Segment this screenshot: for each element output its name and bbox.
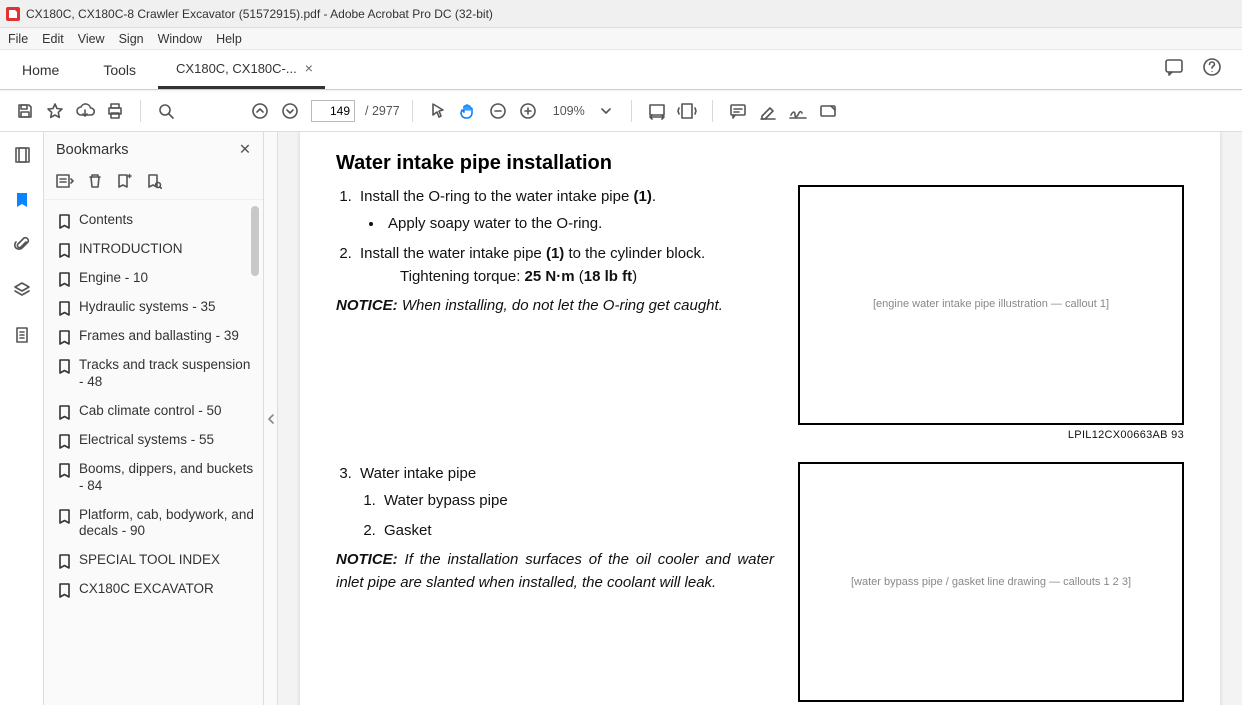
zoom-value: 109%	[553, 104, 585, 118]
menu-view[interactable]: View	[78, 32, 105, 46]
highlight-icon[interactable]	[755, 98, 781, 124]
page-up-icon[interactable]	[247, 98, 273, 124]
print-icon[interactable]	[102, 98, 128, 124]
bookmark-item[interactable]: SPECIAL TOOL INDEX	[54, 546, 259, 575]
tab-document[interactable]: CX180C, CX180C-... ×	[158, 50, 325, 89]
zoom-out-icon[interactable]	[485, 98, 511, 124]
page-down-icon[interactable]	[277, 98, 303, 124]
workspace: Bookmarks ✕ Contents INTRODUCTION Engine…	[0, 132, 1242, 705]
notice-2: NOTICE: If the installation surfaces of …	[336, 548, 774, 595]
pdf-icon	[6, 7, 20, 21]
bookmark-scrollbar[interactable]	[251, 206, 261, 701]
bookmark-item[interactable]: Tracks and track suspension - 48	[54, 351, 259, 397]
step-1: Install the O-ring to the water intake p…	[356, 185, 774, 236]
thumbnails-icon[interactable]	[13, 146, 31, 169]
zoom-dropdown-icon[interactable]	[593, 98, 619, 124]
step-2: Install the water intake pipe (1) to the…	[356, 242, 774, 289]
save-icon[interactable]	[12, 98, 38, 124]
search-icon[interactable]	[153, 98, 179, 124]
bookmark-item[interactable]: Booms, dippers, and buckets - 84	[54, 455, 259, 501]
step-3: Water intake pipe Water bypass pipe Gask…	[356, 462, 774, 542]
notice-1: NOTICE: When installing, do not let the …	[336, 294, 774, 317]
bookmarks-pane: Bookmarks ✕ Contents INTRODUCTION Engine…	[44, 132, 264, 705]
bookmark-item[interactable]: Frames and ballasting - 39	[54, 322, 259, 351]
star-icon[interactable]	[42, 98, 68, 124]
help-icon[interactable]	[1202, 57, 1222, 82]
bookmark-item[interactable]: Electrical systems - 55	[54, 426, 259, 455]
page-icon[interactable]	[14, 326, 30, 349]
bookmarks-icon[interactable]	[14, 191, 30, 214]
menu-file[interactable]: File	[8, 32, 28, 46]
bookmark-delete-icon[interactable]	[88, 173, 102, 194]
page-total: / 2977	[365, 104, 400, 118]
tab-home[interactable]: Home	[0, 50, 81, 89]
bookmark-item[interactable]: Cab climate control - 50	[54, 397, 259, 426]
menu-edit[interactable]: Edit	[42, 32, 64, 46]
bookmark-item[interactable]: Engine - 10	[54, 264, 259, 293]
zoom-in-icon[interactable]	[515, 98, 541, 124]
figure-1-caption: LPIL12CX00663AB 93	[798, 427, 1184, 444]
titlebar: CX180C, CX180C-8 Crawler Excavator (5157…	[0, 0, 1242, 28]
toolbar: / 2977 109%	[0, 90, 1242, 132]
bookmark-item[interactable]: CX180C EXCAVATOR	[54, 575, 259, 604]
cloud-icon[interactable]	[72, 98, 98, 124]
railbar	[0, 132, 44, 705]
document-view[interactable]: Water intake pipe installation Install t…	[278, 132, 1242, 705]
hand-icon[interactable]	[455, 98, 481, 124]
bookmarks-title: Bookmarks	[56, 142, 129, 158]
bookmark-add-icon[interactable]	[116, 173, 132, 194]
bookmark-list[interactable]: Contents INTRODUCTION Engine - 10 Hydrau…	[44, 200, 263, 705]
bookmarks-close-icon[interactable]: ✕	[239, 142, 251, 158]
layers-icon[interactable]	[13, 281, 31, 304]
menu-help[interactable]: Help	[216, 32, 242, 46]
fit-page-icon[interactable]	[674, 98, 700, 124]
notifications-icon[interactable]	[1164, 58, 1184, 81]
menubar: File Edit View Sign Window Help	[0, 28, 1242, 50]
bookmark-search-icon[interactable]	[146, 173, 162, 194]
window-title: CX180C, CX180C-8 Crawler Excavator (5157…	[26, 7, 493, 21]
fit-width-icon[interactable]	[644, 98, 670, 124]
figure-2: [water bypass pipe / gasket line drawing…	[798, 462, 1184, 702]
menu-sign[interactable]: Sign	[119, 32, 144, 46]
sign-icon[interactable]	[785, 98, 811, 124]
menu-window[interactable]: Window	[158, 32, 202, 46]
tab-document-label: CX180C, CX180C-...	[176, 61, 297, 76]
bookmark-options-icon[interactable]	[56, 174, 74, 193]
page-number-input[interactable]	[311, 100, 355, 122]
stamp-icon[interactable]	[815, 98, 841, 124]
bookmark-item[interactable]: Contents	[54, 206, 259, 235]
pdf-page: Water intake pipe installation Install t…	[300, 132, 1220, 705]
bookmark-item[interactable]: INTRODUCTION	[54, 235, 259, 264]
attachments-icon[interactable]	[14, 236, 30, 259]
bookmark-item[interactable]: Platform, cab, bodywork, and decals - 90	[54, 501, 259, 547]
bookmark-item[interactable]: Hydraulic systems - 35	[54, 293, 259, 322]
tab-close-icon[interactable]: ×	[305, 60, 313, 76]
tab-tools[interactable]: Tools	[81, 50, 158, 89]
tabbar: Home Tools CX180C, CX180C-... ×	[0, 50, 1242, 90]
comment-icon[interactable]	[725, 98, 751, 124]
pointer-icon[interactable]	[425, 98, 451, 124]
collapse-navpane-icon[interactable]	[264, 132, 278, 705]
figure-1: [engine water intake pipe illustration —…	[798, 185, 1184, 425]
doc-heading: Water intake pipe installation	[336, 152, 1184, 175]
